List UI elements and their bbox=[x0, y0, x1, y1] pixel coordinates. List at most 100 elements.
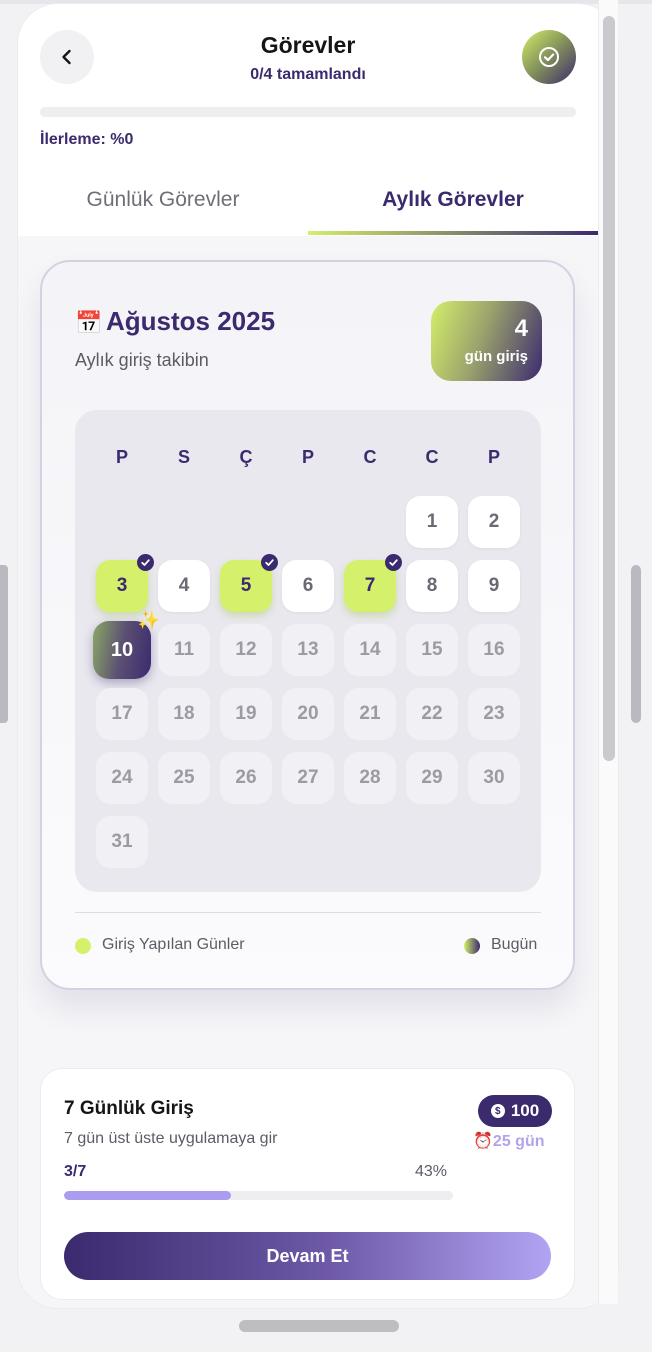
active-tab-indicator bbox=[308, 231, 598, 235]
legend-logged-dot bbox=[75, 938, 91, 954]
right-side-handle[interactable] bbox=[631, 565, 641, 723]
calendar-card: 📅 Ağustos 2025 Aylık giriş takibin 4 gün… bbox=[40, 260, 575, 990]
task-card: 7 Günlük Giriş 7 gün üst üste uygulamaya… bbox=[40, 1068, 575, 1300]
calendar-day[interactable]: 25 bbox=[158, 752, 210, 804]
calendar-day[interactable]: 19 bbox=[220, 688, 272, 740]
sparkle-icon: ✨ bbox=[137, 610, 160, 630]
calendar-day[interactable]: 5 bbox=[220, 554, 278, 612]
calendar-day-number: 9 bbox=[488, 575, 500, 596]
calendar-day[interactable]: 10 ✨ bbox=[93, 611, 160, 679]
calendar-day[interactable]: 1 bbox=[406, 496, 458, 548]
calendar-day[interactable]: 18 bbox=[158, 688, 210, 740]
calendar-day-number: 20 bbox=[297, 703, 319, 724]
reward-value: 100 bbox=[510, 1101, 540, 1120]
legend-today-label: Bugün bbox=[491, 936, 538, 953]
calendar-day[interactable]: 4 bbox=[158, 560, 210, 612]
calendar-day-number: 4 bbox=[178, 575, 190, 596]
reward-badge: $ 100 bbox=[478, 1095, 552, 1127]
weekday-header: P bbox=[487, 447, 500, 467]
calendar-day[interactable]: 15 bbox=[406, 624, 458, 676]
weekday-header: S bbox=[177, 447, 190, 467]
calendar-day[interactable]: 31 bbox=[96, 816, 148, 868]
tab-monthly-tasks[interactable]: Aylık Görevler bbox=[308, 188, 598, 212]
continue-button[interactable]: Devam Et bbox=[64, 1232, 551, 1280]
calendar-day-number: 30 bbox=[483, 767, 505, 788]
completion-subtitle: 0/4 tamamlandı bbox=[250, 66, 366, 83]
left-side-handle bbox=[0, 565, 8, 723]
calendar-day-number: 24 bbox=[111, 767, 133, 788]
login-count-badge: 4 gün giriş bbox=[431, 301, 542, 381]
check-badge-icon bbox=[261, 554, 278, 571]
calendar-day-number: 10 bbox=[110, 638, 134, 661]
header: Görevler 0/4 tamamlandı İlerleme: %0 Gün… bbox=[18, 4, 598, 236]
calendar-day[interactable]: 14 bbox=[344, 624, 396, 676]
scrollbar-thumb[interactable] bbox=[603, 16, 615, 761]
weekday-header: C bbox=[363, 447, 377, 467]
weekday-header: P bbox=[115, 447, 128, 467]
calendar-day[interactable]: 21 bbox=[344, 688, 396, 740]
calendar-day-number: 11 bbox=[173, 639, 195, 660]
calendar-day[interactable]: 8 bbox=[406, 560, 458, 612]
login-count-value: 4 bbox=[514, 315, 528, 342]
task-percent: 43% bbox=[415, 1163, 448, 1180]
calendar-day[interactable]: 6 bbox=[282, 560, 334, 612]
task-description: 7 gün üst üste uygulamaya gir bbox=[64, 1130, 278, 1147]
weekday-header: Ç bbox=[239, 447, 253, 467]
calendar-day[interactable]: 26 bbox=[220, 752, 272, 804]
calendar-day[interactable]: 24 bbox=[96, 752, 148, 804]
calendar-day[interactable]: 23 bbox=[468, 688, 520, 740]
calendar-day[interactable]: 29 bbox=[406, 752, 458, 804]
legend-today-dot bbox=[464, 938, 480, 954]
calendar-day-number: 7 bbox=[364, 575, 376, 596]
complete-status-button[interactable] bbox=[522, 30, 576, 84]
login-count-label: gün giriş bbox=[464, 348, 528, 365]
coin-icon: $ bbox=[490, 1104, 505, 1118]
calendar-day-number: 15 bbox=[421, 639, 443, 660]
legend-logged-label: Giriş Yapılan Günler bbox=[102, 936, 245, 953]
alarm-clock-icon: ⏰ bbox=[473, 1133, 493, 1150]
calendar-day-number: 23 bbox=[483, 703, 505, 724]
page-title: Görevler bbox=[260, 32, 356, 58]
task-progress-bar bbox=[64, 1191, 453, 1200]
calendar-day[interactable]: 7 bbox=[344, 554, 402, 612]
calendar-day-number: 5 bbox=[240, 575, 252, 596]
calendar-day[interactable]: 2 bbox=[468, 496, 520, 548]
calendar-day[interactable]: 28 bbox=[344, 752, 396, 804]
calendar-day-number: 3 bbox=[116, 575, 128, 596]
calendar-day[interactable]: 13 bbox=[282, 624, 334, 676]
calendar-day[interactable]: 27 bbox=[282, 752, 334, 804]
calendar-day[interactable]: 20 bbox=[282, 688, 334, 740]
calendar-day[interactable]: 16 bbox=[468, 624, 520, 676]
calendar-day-number: 16 bbox=[483, 639, 505, 660]
calendar-grid: P S Ç P C C P 1 2 3 4 5 6 7 8 9 10 ✨ 11 12 13 14 15 16 17 18 19 20 2… bbox=[75, 410, 541, 892]
tab-daily-tasks[interactable]: Günlük Görevler bbox=[18, 188, 308, 212]
calendar-icon: 📅 bbox=[75, 310, 103, 335]
task-count: 3/7 bbox=[64, 1163, 87, 1180]
deadline-value: 25 gün bbox=[492, 1133, 545, 1150]
calendar-day[interactable]: 11 bbox=[158, 624, 210, 676]
progress-label: İlerleme: %0 bbox=[40, 131, 134, 148]
calendar-day-number: 14 bbox=[359, 639, 381, 660]
check-badge-icon bbox=[137, 554, 154, 571]
task-title: 7 Günlük Giriş bbox=[64, 1098, 194, 1119]
deadline-label: ⏰25 gün bbox=[473, 1131, 544, 1151]
calendar-day[interactable]: 3 bbox=[96, 554, 154, 612]
calendar-day-number: 22 bbox=[421, 703, 443, 724]
calendar-day-number: 19 bbox=[235, 703, 257, 724]
calendar-day-number: 18 bbox=[173, 703, 195, 724]
calendar-day[interactable]: 12 bbox=[220, 624, 272, 676]
calendar-day[interactable]: 9 bbox=[468, 560, 520, 612]
calendar-day-number: 17 bbox=[111, 703, 133, 724]
calendar-day-number: 6 bbox=[302, 575, 314, 596]
weekday-header: C bbox=[425, 447, 439, 467]
calendar-day[interactable]: 17 bbox=[96, 688, 148, 740]
calendar-day[interactable]: 30 bbox=[468, 752, 520, 804]
calendar-day-number: 8 bbox=[426, 575, 438, 596]
calendar-month-title: Ağustos 2025 bbox=[106, 306, 276, 336]
calendar-day-number: 1 bbox=[426, 511, 438, 532]
calendar-day-number: 25 bbox=[173, 767, 195, 788]
calendar-day[interactable]: 22 bbox=[406, 688, 458, 740]
home-indicator[interactable] bbox=[239, 1320, 399, 1332]
calendar-day-number: 13 bbox=[297, 639, 319, 660]
divider bbox=[75, 912, 541, 913]
